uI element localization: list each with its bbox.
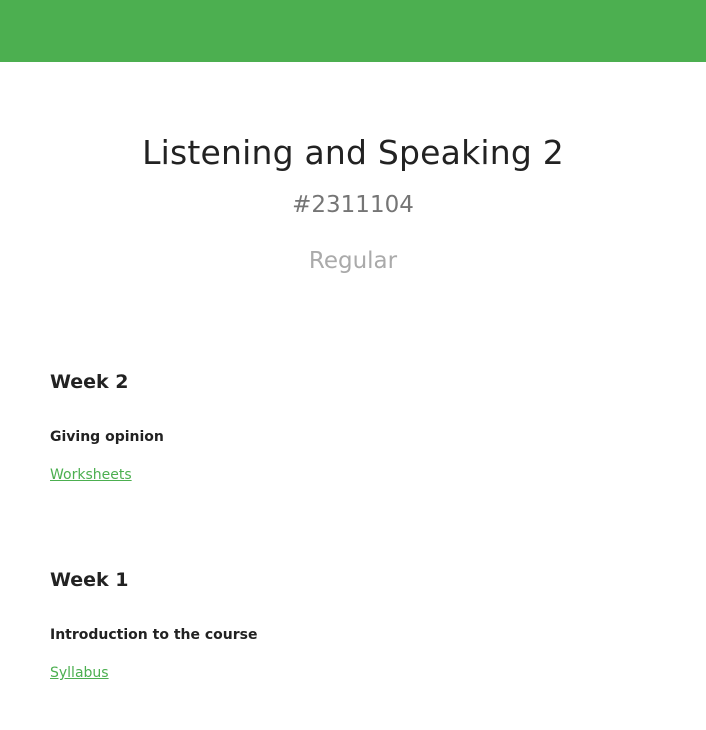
lesson-title: Introduction to the course (50, 627, 258, 643)
weeks-list: Week 2 Giving opinion Worksheets Week 1 … (0, 276, 706, 730)
week-title: Week 1 (50, 569, 129, 591)
course-title: Listening and Speaking 2 (142, 133, 564, 172)
worksheets-link[interactable]: Worksheets (50, 466, 132, 484)
syllabus-link[interactable]: Syllabus (50, 664, 109, 682)
lesson-title: Giving opinion (50, 429, 164, 445)
course-code: #2311104 (292, 192, 414, 218)
course-header: Listening and Speaking 2 #2311104 Regula… (0, 62, 706, 276)
course-type: Regular (308, 248, 398, 274)
week-title: Week 2 (50, 371, 129, 393)
top-app-bar (0, 0, 706, 62)
week-section: Week 2 Giving opinion Worksheets (50, 370, 706, 568)
week-section: Week 1 Introduction to the course Syllab… (50, 568, 706, 730)
